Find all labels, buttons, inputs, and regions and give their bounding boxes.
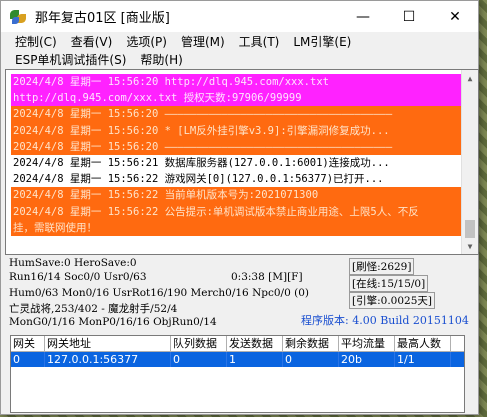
cell-address: 127.0.0.1:56377 [45, 352, 171, 367]
app-window: 那年复古01区 [商业版] — ☐ ✕ 控制(C) 查看(V) 选项(P) 管理… [0, 0, 479, 415]
menu-esp-plugin[interactable]: ESP单机调试插件(S) [15, 51, 126, 68]
col-avg-traffic[interactable]: 平均流量 [339, 336, 395, 351]
log-line: 2024/4/8 星期一 15:56:22 游戏网关[0](127.0.0.1:… [11, 171, 462, 188]
cell-avg: 20b [339, 352, 395, 367]
log-line: 2024/4/8 星期一 15:56:20 * [LM反外挂引擎v3.9]:引擎… [11, 122, 462, 139]
col-send-data[interactable]: 发送数据 [227, 336, 283, 351]
menu-help[interactable]: 帮助(H) [140, 51, 182, 68]
close-button[interactable]: ✕ [432, 1, 478, 32]
cell-remaining: 0 [283, 352, 339, 367]
table-row[interactable]: 0 127.0.0.1:56377 0 1 0 20b 1/1 [11, 352, 464, 367]
maximize-button[interactable]: ☐ [386, 1, 432, 32]
app-leaf-icon [9, 8, 27, 26]
hum-status: Hum0/63 Mon0/16 UsrRot16/190 Merch0/16 N… [9, 287, 309, 299]
cell-max: 1/1 [395, 352, 451, 367]
menu-view[interactable]: 查看(V) [71, 33, 113, 50]
menu-bar: 控制(C) 查看(V) 选项(P) 管理(M) 工具(T) LM引擎(E) ES… [1, 32, 478, 68]
log-panel[interactable]: 2024/4/8 星期一 15:56:20 http://dlq.945.com… [5, 69, 479, 255]
online-count: [在线:15/15/0] [349, 275, 429, 292]
col-gateway[interactable]: 网关 [11, 336, 45, 351]
engine-days: [引擎:0.0025天] [349, 292, 435, 309]
menu-control[interactable]: 控制(C) [15, 33, 57, 50]
scroll-thumb[interactable] [465, 220, 475, 238]
cell-queue: 0 [171, 352, 227, 367]
scroll-up-arrow-icon[interactable]: ▲ [462, 70, 478, 86]
menu-row-1: 控制(C) 查看(V) 选项(P) 管理(M) 工具(T) LM引擎(E) [1, 32, 478, 50]
save-status: HumSave:0 HeroSave:0 [9, 257, 137, 269]
log-line: 2024/4/8 星期一 15:56:22 公告提示:单机调试版本禁止商业用途、… [11, 203, 462, 220]
mong-status: MonG0/1/16 MonP0/16/16 ObjRun0/14 [9, 316, 217, 328]
col-gateway-address[interactable]: 网关地址 [45, 336, 171, 351]
menu-lm-engine[interactable]: LM引擎(E) [293, 33, 351, 50]
log-line: 2024/4/8 星期一 15:56:21 数据库服务器(127.0.0.1:6… [11, 154, 462, 172]
col-remaining-data[interactable]: 剩余数据 [283, 336, 339, 351]
scroll-down-arrow-icon[interactable]: ▼ [462, 238, 478, 254]
window-title: 那年复古01区 [商业版] [35, 11, 170, 26]
monster-status: 亡灵战将,253/402 - 魔龙射手/52/4 [9, 303, 178, 315]
run-status: Run16/14 Soc0/0 Usr0/63 [9, 271, 147, 283]
cell-gateway: 0 [11, 352, 45, 367]
log-line: 2024/4/8 星期一 15:56:20 ——————————————————… [11, 106, 462, 123]
log-scrollbar[interactable]: ▲ ▼ [461, 70, 478, 254]
menu-row-2: ESP单机调试插件(S) 帮助(H) [1, 50, 478, 68]
gateway-table[interactable]: 网关 网关地址 队列数据 发送数据 剩余数据 平均流量 最高人数 0 127.0… [10, 335, 465, 413]
menu-tools[interactable]: 工具(T) [239, 33, 280, 50]
title-bar[interactable]: 那年复古01区 [商业版] — ☐ ✕ [1, 1, 478, 32]
log-line: 2024/4/8 星期一 15:56:20 http://dlq.945.com… [11, 74, 462, 91]
menu-options[interactable]: 选项(P) [126, 33, 167, 50]
refresh-monster-count: [刷怪:2629] [349, 258, 415, 275]
col-queue-data[interactable]: 队列数据 [171, 336, 227, 351]
log-line: 挂，需联网使用！ [11, 219, 462, 236]
status-panel: HumSave:0 HeroSave:0 [刷怪:2629] Run16/14 … [5, 255, 477, 333]
minimize-button[interactable]: — [340, 1, 386, 32]
uptime: 0:3:38 [M][F] [231, 271, 303, 283]
log-lines: 2024/4/8 星期一 15:56:20 http://dlq.945.com… [11, 74, 462, 236]
cell-send: 1 [227, 352, 283, 367]
table-header: 网关 网关地址 队列数据 发送数据 剩余数据 平均流量 最高人数 [11, 336, 464, 352]
log-line: 2024/4/8 星期一 15:56:22 当前单机版本号为:202107130… [11, 187, 462, 204]
log-line: 2024/4/8 星期一 15:56:20 ——————————————————… [11, 138, 462, 155]
program-version: 程序版本: 4.00 Build 20151104 [301, 314, 469, 327]
log-line: http://dlq.945.com/xxx.txt 授权天数:97906/99… [11, 90, 462, 107]
menu-manage[interactable]: 管理(M) [181, 33, 225, 50]
col-max-users[interactable]: 最高人数 [395, 336, 451, 351]
